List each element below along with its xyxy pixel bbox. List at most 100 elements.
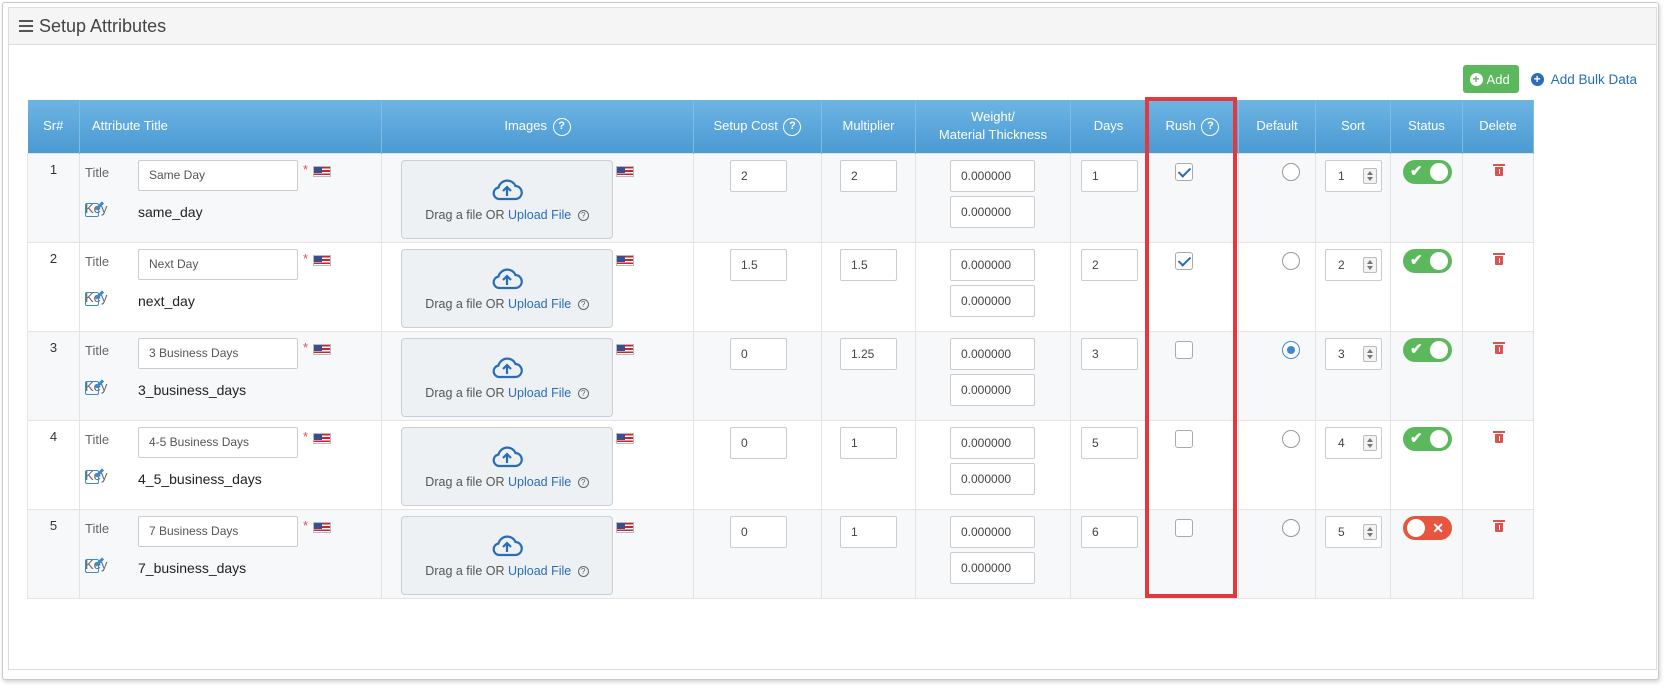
status-toggle[interactable]: ✔ [1403, 248, 1452, 273]
help-icon[interactable]: ? [577, 476, 589, 488]
thickness-input[interactable]: 0.000000 [950, 462, 1035, 495]
sort-stepper[interactable]: 5 [1325, 515, 1382, 548]
trash-icon[interactable] [1493, 341, 1505, 354]
help-icon[interactable]: ? [1201, 117, 1220, 136]
spinner-arrows-icon[interactable] [1363, 523, 1377, 540]
multiplier-input[interactable]: 1.25 [840, 337, 897, 370]
spinner-arrows-icon[interactable] [1363, 434, 1377, 451]
add-button[interactable]: + Add [1462, 65, 1519, 93]
file-dropzone[interactable]: Drag a file OR Upload File ? [401, 159, 613, 239]
multiplier-input[interactable]: 1.5 [840, 248, 897, 281]
status-toggle[interactable]: ✔ [1403, 337, 1452, 362]
us-flag-icon[interactable] [313, 521, 331, 533]
row-number: 1 [27, 152, 80, 243]
rush-checkbox[interactable] [1175, 518, 1193, 537]
sort-stepper[interactable]: 2 [1325, 248, 1382, 281]
us-flag-icon[interactable] [313, 343, 331, 355]
days-input[interactable]: 1 [1081, 159, 1138, 192]
status-toggle[interactable]: ✔ [1403, 426, 1452, 451]
weight-input[interactable]: 0.000000 [950, 337, 1035, 370]
upload-file-link[interactable]: Upload File [508, 564, 571, 578]
title-input[interactable] [138, 248, 298, 280]
help-icon[interactable]: ? [552, 117, 571, 136]
upload-file-link[interactable]: Upload File [508, 208, 571, 222]
upload-file-link[interactable]: Upload File [508, 297, 571, 311]
panel-title: Setup Attributes [39, 15, 167, 36]
multiplier-input[interactable]: 1 [840, 426, 897, 459]
thickness-input[interactable]: 0.000000 [950, 373, 1035, 406]
days-input[interactable]: 3 [1081, 337, 1138, 370]
weight-input[interactable]: 0.000000 [950, 426, 1035, 459]
weight-input[interactable]: 0.000000 [950, 159, 1035, 192]
multiplier-input[interactable]: 1 [840, 515, 897, 548]
help-icon[interactable]: ? [783, 117, 802, 136]
us-flag-icon[interactable] [313, 432, 331, 444]
spinner-arrows-icon[interactable] [1363, 167, 1377, 184]
rush-checkbox[interactable] [1175, 429, 1193, 448]
thickness-input[interactable]: 0.000000 [950, 551, 1035, 584]
default-radio[interactable] [1282, 518, 1300, 537]
edit-icon[interactable] [85, 380, 99, 395]
setup-cost-input[interactable]: 1.5 [730, 248, 787, 281]
setup-cost-input[interactable]: 0 [730, 515, 787, 548]
weight-input[interactable]: 0.000000 [950, 248, 1035, 281]
trash-icon[interactable] [1493, 252, 1505, 265]
default-radio[interactable] [1282, 429, 1300, 448]
file-dropzone[interactable]: Drag a file OR Upload File ? [401, 248, 613, 328]
rush-checkbox[interactable] [1175, 251, 1193, 270]
delete-cell [1462, 241, 1534, 332]
upload-file-link[interactable]: Upload File [508, 475, 571, 489]
edit-icon[interactable] [85, 202, 99, 217]
trash-icon[interactable] [1493, 163, 1505, 176]
thickness-input[interactable]: 0.000000 [950, 284, 1035, 317]
col-header-weight-line1: Weight/ [971, 109, 1015, 125]
title-input[interactable] [138, 159, 298, 191]
table-row: 4 Title * Key 4_5_business_days Drag a f… [27, 419, 1534, 510]
multiplier-input[interactable]: 2 [840, 159, 897, 192]
us-flag-icon[interactable] [616, 343, 634, 355]
status-toggle[interactable]: ✔ [1403, 159, 1452, 184]
rush-checkbox[interactable] [1175, 162, 1193, 181]
title-input[interactable] [138, 337, 298, 369]
days-input[interactable]: 2 [1081, 248, 1138, 281]
file-dropzone[interactable]: Drag a file OR Upload File ? [401, 426, 613, 506]
title-input[interactable] [138, 515, 298, 547]
trash-icon[interactable] [1493, 519, 1505, 532]
days-input[interactable]: 6 [1081, 515, 1138, 548]
help-icon[interactable]: ? [577, 565, 589, 577]
thickness-input[interactable]: 0.000000 [950, 195, 1035, 228]
help-icon[interactable]: ? [577, 298, 589, 310]
us-flag-icon[interactable] [616, 165, 634, 177]
us-flag-icon[interactable] [313, 165, 331, 177]
sort-stepper[interactable]: 4 [1325, 426, 1382, 459]
sort-stepper[interactable]: 1 [1325, 159, 1382, 192]
default-radio[interactable] [1282, 251, 1300, 270]
file-dropzone[interactable]: Drag a file OR Upload File ? [401, 337, 613, 417]
us-flag-icon[interactable] [313, 254, 331, 266]
help-icon[interactable]: ? [577, 209, 589, 221]
days-input[interactable]: 5 [1081, 426, 1138, 459]
edit-icon[interactable] [85, 469, 99, 484]
rush-checkbox[interactable] [1175, 340, 1193, 359]
us-flag-icon[interactable] [616, 254, 634, 266]
title-input[interactable] [138, 426, 298, 458]
trash-icon[interactable] [1493, 430, 1505, 443]
setup-cost-input[interactable]: 2 [730, 159, 787, 192]
file-dropzone[interactable]: Drag a file OR Upload File ? [401, 515, 613, 595]
sort-stepper[interactable]: 3 [1325, 337, 1382, 370]
spinner-arrows-icon[interactable] [1363, 345, 1377, 362]
weight-input[interactable]: 0.000000 [950, 515, 1035, 548]
us-flag-icon[interactable] [616, 432, 634, 444]
add-bulk-data-link[interactable]: + Add Bulk Data [1530, 72, 1637, 87]
default-radio[interactable] [1282, 340, 1300, 359]
status-toggle[interactable]: ✕ [1403, 515, 1452, 540]
upload-file-link[interactable]: Upload File [508, 386, 571, 400]
default-radio[interactable] [1282, 162, 1300, 181]
setup-cost-input[interactable]: 0 [730, 426, 787, 459]
help-icon[interactable]: ? [577, 387, 589, 399]
spinner-arrows-icon[interactable] [1363, 256, 1377, 273]
us-flag-icon[interactable] [616, 521, 634, 533]
edit-icon[interactable] [85, 558, 99, 573]
edit-icon[interactable] [85, 291, 99, 306]
setup-cost-input[interactable]: 0 [730, 337, 787, 370]
